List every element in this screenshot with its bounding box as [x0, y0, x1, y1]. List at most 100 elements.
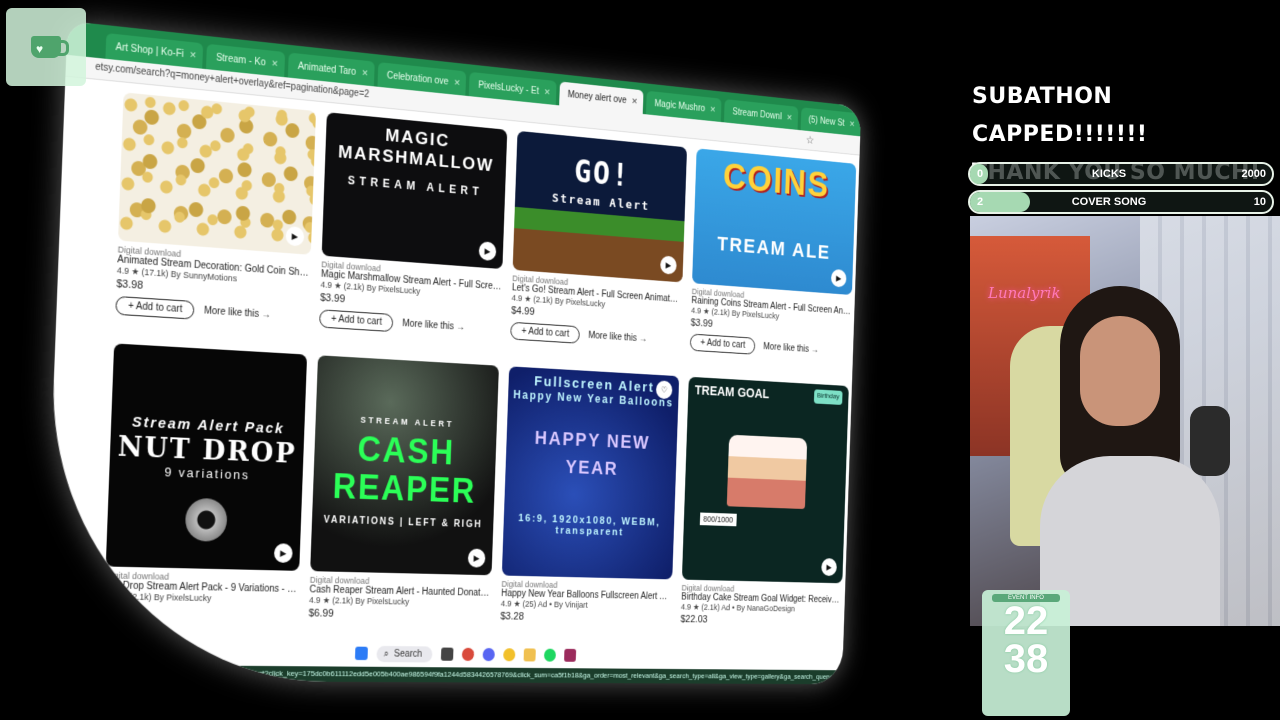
product-thumbnail[interactable]: STREAM ALERT CASH REAPER VARIATIONS | LE…	[310, 355, 499, 576]
add-to-cart-label: Add to cart	[338, 314, 383, 328]
product-card[interactable]: COINS TREAM ALE ▶ Digital download Raini…	[689, 148, 857, 360]
tab-label: PixelsLucky - Et	[478, 79, 540, 97]
add-to-cart-button[interactable]: + Add to cart	[510, 321, 581, 344]
close-icon[interactable]: ✕	[361, 67, 368, 78]
product-card[interactable]: Stream Alert Pack NUT DROP 9 variations …	[103, 343, 308, 619]
product-thumbnail[interactable]: MAGIC MARSHMALLOW STREAM ALERT ▶	[321, 112, 508, 270]
product-row: Stream Alert Pack NUT DROP 9 variations …	[104, 343, 849, 627]
tab-label: Animated Taro	[297, 60, 357, 78]
link-status-bar: m/listing/4426578769/happy-new-year-ball…	[42, 664, 843, 685]
streamer-face	[1080, 316, 1160, 426]
thumb-subtitle: STREAM ALERT	[360, 414, 455, 429]
thumb-subtitle-2: VARIATIONS | LEFT & RIGH	[323, 514, 483, 531]
tab-label: Celebration ove	[386, 70, 449, 87]
bookmark-star-icon[interactable]: ☆	[806, 133, 815, 146]
add-to-cart-button[interactable]: + Add to cart	[115, 295, 195, 320]
stream-screen: Art Shop | Ko-Fi ✕ Stream - Ko ✕ Animated …	[0, 0, 1280, 720]
product-thumbnail[interactable]: GO! Stream Alert ▶	[512, 130, 688, 283]
close-icon[interactable]: ✕	[454, 77, 461, 88]
product-thumbnail[interactable]: COINS TREAM ALE ▶	[692, 148, 857, 296]
taskview-icon[interactable]	[441, 647, 454, 661]
close-icon[interactable]: ✕	[849, 119, 855, 129]
play-icon[interactable]: ▶	[830, 268, 847, 288]
product-card[interactable]: GO! Stream Alert ▶ Digital download Let'…	[510, 130, 688, 350]
close-icon[interactable]: ✕	[710, 104, 716, 114]
goal-label: KICKS	[1091, 168, 1127, 180]
play-icon[interactable]: ▶	[467, 548, 486, 568]
chrome-icon[interactable]	[503, 648, 516, 662]
webcam-feed: Lunalyrik	[970, 216, 1280, 626]
more-like-this-link[interactable]: More like this →	[763, 342, 819, 355]
heart-icon: ♥	[36, 42, 44, 56]
nut-image	[184, 497, 228, 542]
more-like-this-link[interactable]: More like this →	[204, 306, 271, 321]
product-thumbnail[interactable]: Fullscreen Alert Happy New Year Balloons…	[501, 366, 680, 580]
thumb-tag: Birthday	[813, 389, 843, 405]
goal-label: COVER SONG	[1071, 196, 1147, 208]
folder-icon[interactable]	[523, 648, 537, 662]
product-price: $22.03	[680, 613, 708, 626]
add-to-cart-label: Add to cart	[706, 338, 746, 351]
more-like-this-link[interactable]: More like this →	[588, 331, 647, 345]
goal-progress-text: 800/1000	[699, 512, 737, 527]
product-card[interactable]: Fullscreen Alert Happy New Year Balloons…	[500, 366, 680, 624]
play-icon[interactable]: ▶	[660, 255, 677, 275]
close-icon[interactable]: ✕	[271, 58, 278, 69]
add-to-cart-label: Add to cart	[135, 301, 183, 315]
goal-count: 0	[976, 168, 984, 180]
close-icon[interactable]: ✕	[544, 87, 551, 98]
play-icon[interactable]: ▶	[478, 241, 497, 262]
product-card[interactable]: STREAM ALERT CASH REAPER VARIATIONS | LE…	[308, 355, 499, 622]
thumb-title: CASH REAPER	[332, 429, 477, 511]
goal-target: 2000	[1241, 168, 1266, 180]
thumb-title: COINS	[722, 156, 831, 206]
add-to-cart-label: Add to cart	[528, 326, 570, 340]
search-icon: ⌕	[383, 648, 389, 659]
play-icon[interactable]: ▶	[273, 543, 293, 564]
discord-icon[interactable]	[482, 647, 496, 662]
product-card[interactable]: ▶ Digital download Animated Stream Decor…	[115, 92, 316, 326]
thumb-subtitle-2: 16:9, 1920x1080, WEBM, transparent	[518, 512, 661, 539]
spotify-icon[interactable]	[544, 648, 557, 662]
obs-icon[interactable]	[461, 647, 475, 661]
windows-taskbar: ⌕ Search	[354, 642, 577, 667]
product-card[interactable]: MAGIC MARSHMALLOW STREAM ALERT ▶ Digital…	[319, 112, 508, 339]
goal-count: 2	[976, 196, 984, 208]
taskbar-search[interactable]: ⌕ Search	[376, 645, 433, 663]
goal-bar-kicks: 0 KICKS 2000	[968, 162, 1274, 186]
windows-start-icon[interactable]	[354, 646, 368, 661]
thumb-balloon-text: HAPPY NEW YEAR	[534, 428, 651, 480]
tab-label: Stream Downl	[732, 106, 782, 122]
kofi-widget: ♥	[6, 8, 86, 86]
product-thumbnail[interactable]: TREAM GOAL Birthday 800/1000 ▶	[681, 376, 849, 584]
microphone	[1190, 406, 1230, 476]
play-icon[interactable]: ▶	[285, 225, 305, 247]
cake-image	[726, 434, 807, 510]
app-icon[interactable]	[564, 648, 577, 662]
browser-window: Art Shop | Ko-Fi ✕ Stream - Ko ✕ Animated …	[42, 20, 862, 685]
tab-label: Money alert ove	[567, 89, 627, 106]
close-icon[interactable]: ✕	[631, 96, 637, 107]
goal-bar-cover-song: 2 COVER SONG 10	[968, 190, 1274, 214]
thumb-title: MAGIC MARSHMALLOW	[337, 125, 495, 177]
add-to-cart-button[interactable]: + Add to cart	[319, 309, 394, 333]
more-like-this-link[interactable]: More like this →	[402, 318, 465, 332]
close-icon[interactable]: ✕	[786, 112, 792, 122]
tab-label: (5) New St	[808, 114, 845, 129]
search-label: Search	[393, 648, 423, 660]
product-thumbnail[interactable]: Stream Alert Pack NUT DROP 9 variations …	[105, 343, 308, 571]
product-price: $6.99	[103, 604, 132, 617]
close-icon[interactable]: ✕	[189, 49, 197, 60]
thumb-subtitle: STREAM ALERT	[347, 173, 484, 199]
product-card[interactable]: TREAM GOAL Birthday 800/1000 ▶ Digital d…	[680, 376, 849, 627]
product-price: $3.28	[500, 610, 525, 623]
streamer	[1040, 286, 1220, 626]
event-info-widget: EVENT INFO 22 38	[982, 590, 1070, 716]
subathon-line-1: SUBATHON CAPPED!!!!!!!	[972, 84, 1148, 147]
tab-label: Stream - Ko	[215, 52, 266, 68]
add-to-cart-button[interactable]: + Add to cart	[689, 333, 756, 355]
product-thumbnail[interactable]: ▶	[118, 92, 316, 255]
play-icon[interactable]: ▶	[821, 558, 838, 577]
thumb-subtitle: Stream Alert Pack	[131, 413, 285, 438]
tab-label: Art Shop | Ko-Fi	[115, 41, 184, 60]
